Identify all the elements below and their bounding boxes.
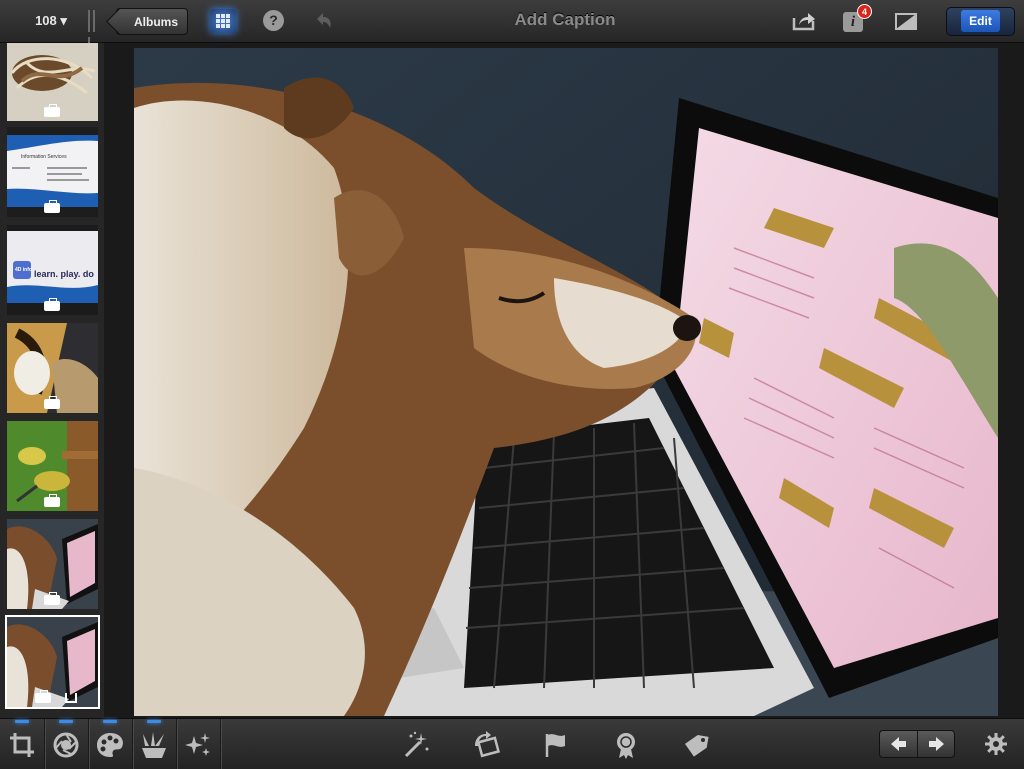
- edited-badge-icon: [44, 104, 60, 117]
- magic-wand-icon[interactable]: [394, 724, 436, 766]
- main-photo[interactable]: [134, 48, 998, 716]
- thumbnail-item[interactable]: [7, 43, 98, 121]
- help-icon[interactable]: ?: [263, 10, 284, 31]
- edit-label: Edit: [961, 10, 1000, 32]
- edited-badge-icon: [44, 200, 60, 213]
- albums-back-button[interactable]: Albums: [116, 8, 188, 35]
- thumbnail-item-selected[interactable]: [5, 615, 100, 709]
- edited-badge-icon: [44, 396, 60, 409]
- rotate-icon[interactable]: [465, 724, 507, 766]
- tool-indicator: [147, 720, 161, 723]
- thumbnail-item[interactable]: [7, 421, 98, 511]
- grid-icon[interactable]: [210, 9, 236, 33]
- crop-icon[interactable]: [1, 724, 43, 766]
- photo-viewer[interactable]: [104, 43, 1024, 718]
- palette-icon[interactable]: [89, 724, 131, 766]
- brushes-icon[interactable]: [133, 724, 175, 766]
- thumbnail-item[interactable]: 4D info learn. play. do: [7, 225, 98, 315]
- tool-indicator: [15, 720, 29, 723]
- aperture-icon[interactable]: [45, 724, 87, 766]
- tool-indicator: [59, 720, 73, 723]
- tag-icon[interactable]: [676, 724, 718, 766]
- edited-badge-icon: [44, 298, 60, 311]
- edited-badge-icon: [35, 690, 51, 703]
- thumbnail-toggle-handle[interactable]: [88, 10, 102, 59]
- top-toolbar: 108 ▾ Albums ? Add Caption i 4 Edit: [0, 0, 1024, 59]
- edited-badge-icon: [44, 592, 60, 605]
- thumbnail-strip[interactable]: Information Services 4D info learn. play…: [0, 43, 104, 718]
- thumbnail-item[interactable]: [7, 519, 98, 609]
- gear-icon[interactable]: [984, 732, 1008, 756]
- bottom-toolbar: [0, 718, 1024, 769]
- sparkles-icon[interactable]: [177, 724, 219, 766]
- photo-navigation: [879, 730, 955, 758]
- edited-badge-icon: [44, 494, 60, 507]
- flag-icon[interactable]: [534, 724, 576, 766]
- undo-icon[interactable]: [310, 9, 336, 33]
- thumbnail-item[interactable]: [7, 323, 98, 413]
- card-slogan: learn. play. do: [34, 269, 94, 279]
- arrow-left-icon[interactable]: [880, 731, 917, 757]
- tool-indicator: [103, 720, 117, 723]
- share-icon[interactable]: [790, 9, 818, 33]
- thumbnail-item[interactable]: Information Services: [7, 127, 98, 217]
- edit-button[interactable]: Edit: [946, 7, 1015, 36]
- card-line: Information Services: [21, 154, 67, 160]
- card-logo: 4D info: [15, 267, 32, 273]
- info-badge: 4: [857, 4, 872, 19]
- rosette-icon[interactable]: [605, 724, 647, 766]
- arrow-right-icon[interactable]: [918, 731, 955, 757]
- caption-title[interactable]: Add Caption: [440, 0, 690, 42]
- compare-icon[interactable]: [894, 10, 918, 32]
- photo-count-button[interactable]: 108 ▾: [18, 0, 84, 42]
- shared-badge-icon: [65, 693, 77, 703]
